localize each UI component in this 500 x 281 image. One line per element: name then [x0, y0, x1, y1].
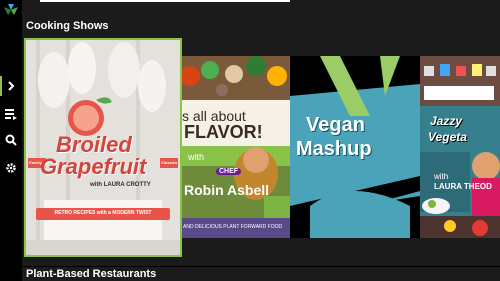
search-icon [5, 134, 17, 146]
show-title-line1: Jazzy [430, 114, 463, 128]
app-logo-icon[interactable] [4, 4, 18, 16]
show-card-jazzy-vegetarian[interactable]: Jazzy Vegeta with LAURA THEOD [420, 56, 500, 238]
chef-badge: CHEF [216, 168, 242, 175]
top-progress-strip [40, 0, 290, 2]
search-button[interactable] [3, 132, 19, 148]
queue-list-icon [5, 109, 17, 120]
side-tag-left: Family [29, 160, 42, 165]
row-title-cooking-shows: Cooking Shows [26, 20, 109, 32]
host-name: Robin Asbell [184, 182, 270, 198]
queue-button[interactable] [3, 106, 19, 122]
show-title-line2: Mashup [296, 138, 372, 160]
show-card-vegan-mashup[interactable]: Vegan Mashup [290, 56, 420, 238]
host-name: with LAURA CROTTY [90, 182, 151, 188]
nav-selection-indicator [0, 76, 2, 96]
show-tagline: AND DELICIOUS PLANT FORWARD FOOD [183, 224, 283, 230]
show-title-line2: FLAVOR! [184, 122, 263, 142]
host-name: LAURA THEOD [434, 182, 492, 191]
row-title-plant-based-restaurants: Plant-Based Restaurants [26, 268, 157, 280]
sidebar [0, 0, 22, 281]
jazzy-vegetarian-thumbnail-art [420, 56, 500, 238]
with-label: with [434, 172, 449, 181]
show-title-line2: Grapefruit [40, 154, 147, 179]
show-card-flavor[interactable]: s all about FLAVOR! with CHEF Robin Asbe… [182, 56, 290, 238]
side-tag-right: Classics [161, 160, 178, 165]
settings-button[interactable] [3, 160, 19, 176]
row-divider [22, 266, 500, 267]
with-label: with [188, 152, 205, 162]
show-title-line2: Vegeta [428, 130, 467, 144]
gear-icon [6, 163, 16, 173]
show-ribbon: RETRO RECIPES with a MODERN TWIST [54, 210, 152, 216]
flavor-thumbnail-art [182, 56, 290, 238]
show-title-line1: Vegan [306, 114, 365, 136]
expand-menu-button[interactable] [3, 78, 19, 94]
show-card-broiled-grapefruit[interactable]: Broiled Grapefruit with LAURA CROTTY RET… [24, 38, 182, 257]
chevron-right-icon [8, 81, 15, 91]
